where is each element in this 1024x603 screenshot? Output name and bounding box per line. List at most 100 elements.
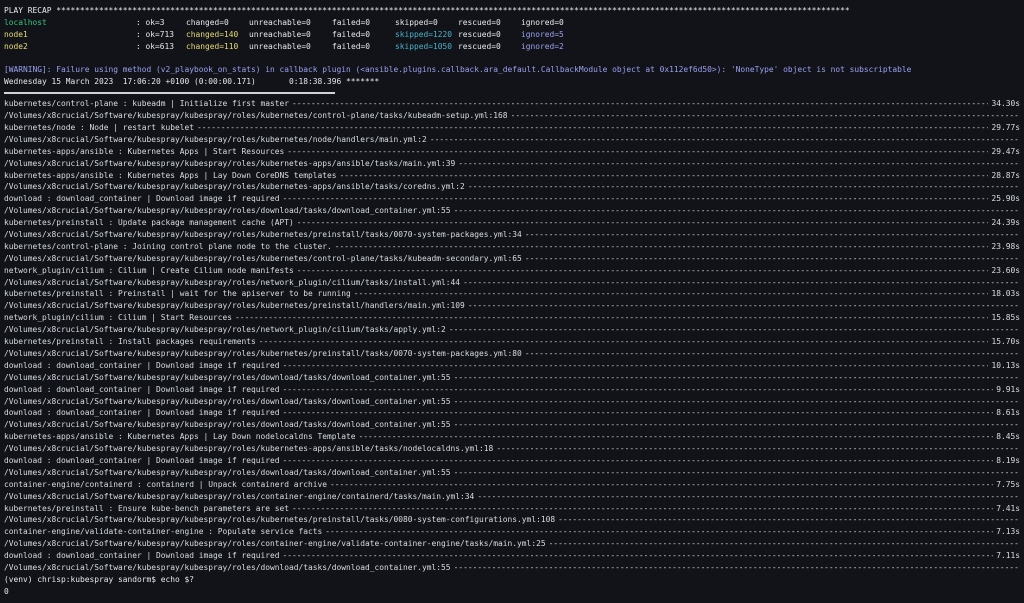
task-row: download : download_container | Download…: [4, 407, 1020, 419]
recap-changed: changed=0: [186, 17, 229, 27]
task-path-dash-leader: ----------------------------------------…: [453, 562, 1020, 572]
task-file-path: /Volumes/x8crucial/Software/kubespray/ku…: [4, 301, 465, 311]
task-file-path: /Volumes/x8crucial/Software/kubespray/ku…: [4, 253, 522, 263]
task-row: kubernetes-apps/ansible : Kubernetes App…: [4, 431, 1020, 443]
task-row: network_plugin/cilium : Cilium | Start R…: [4, 312, 1020, 324]
task-dash-leader: ----------------------------------------…: [235, 313, 988, 323]
task-path-row: /Volumes/x8crucial/Software/kubespray/ku…: [4, 324, 1020, 336]
task-name: kubernetes/node : Node | restart kubelet: [4, 123, 195, 133]
task-row: download : download_container | Download…: [4, 550, 1020, 562]
task-file-path: /Volumes/x8crucial/Software/kubespray/ku…: [4, 277, 461, 287]
separator-rule: [4, 92, 335, 95]
task-file-path: /Volumes/x8crucial/Software/kubespray/ku…: [4, 562, 451, 572]
task-row: kubernetes-apps/ansible : Kubernetes App…: [4, 146, 1020, 158]
task-path-dash-leader: ----------------------------------------…: [496, 444, 1020, 454]
task-file-path: /Volumes/x8crucial/Software/kubespray/ku…: [4, 491, 475, 501]
task-file-path: /Volumes/x8crucial/Software/kubespray/ku…: [4, 372, 451, 382]
recap-host-name: node2: [4, 41, 28, 51]
task-duration: 8.61s: [996, 408, 1020, 418]
task-row: container-engine/containerd : containerd…: [4, 479, 1020, 491]
task-file-path: /Volumes/x8crucial/Software/kubespray/ku…: [4, 206, 451, 216]
task-dash-leader: ----------------------------------------…: [330, 479, 993, 489]
recap-ok: : ok=613: [136, 41, 175, 51]
task-path-row: /Volumes/x8crucial/Software/kubespray/ku…: [4, 158, 1020, 170]
timestamp-line: Wednesday 15 March 2023 17:06:20 +0100 (…: [4, 77, 380, 87]
task-name: network_plugin/cilium : Cilium | Create …: [4, 265, 294, 275]
task-file-path: /Volumes/x8crucial/Software/kubespray/ku…: [4, 158, 456, 168]
task-path-dash-leader: ----------------------------------------…: [524, 253, 1020, 263]
recap-row-localhost: localhost: ok=3 changed=0 unreachable=0 fai…: [4, 17, 1020, 29]
task-file-path: /Volumes/x8crucial/Software/kubespray/ku…: [4, 396, 451, 406]
task-path-dash-leader: ----------------------------------------…: [453, 420, 1020, 430]
task-path-dash-leader: ----------------------------------------…: [429, 134, 1020, 144]
task-path-dash-leader: ----------------------------------------…: [453, 467, 1020, 477]
play-recap-table: localhost: ok=3 changed=0 unreachable=0 fai…: [4, 17, 1020, 53]
task-file-path: /Volumes/x8crucial/Software/kubespray/ku…: [4, 230, 522, 240]
task-file-path: /Volumes/x8crucial/Software/kubespray/ku…: [4, 111, 508, 121]
task-name: download : download_container | Download…: [4, 551, 280, 561]
task-path-dash-leader: ----------------------------------------…: [467, 301, 1020, 311]
recap-rescued: rescued=0: [458, 17, 501, 27]
task-name: network_plugin/cilium : Cilium | Start R…: [4, 313, 233, 323]
task-name: kubernetes/preinstall : Install packages…: [4, 337, 256, 347]
task-duration: 15.70s: [991, 337, 1020, 347]
task-dash-leader: ----------------------------------------…: [334, 241, 989, 251]
task-row: download : download_container | Download…: [4, 455, 1020, 467]
task-row: kubernetes/preinstall : Ensure kube-benc…: [4, 503, 1020, 515]
task-path-dash-leader: ----------------------------------------…: [524, 348, 1020, 358]
task-dash-leader: ----------------------------------------…: [287, 146, 988, 156]
task-name: download : download_container | Download…: [4, 408, 280, 418]
task-path-row: /Volumes/x8crucial/Software/kubespray/ku…: [4, 514, 1020, 526]
task-row: kubernetes-apps/ansible : Kubernetes App…: [4, 170, 1020, 182]
task-path-dash-leader: ----------------------------------------…: [453, 206, 1020, 216]
task-name: kubernetes-apps/ansible : Kubernetes App…: [4, 432, 356, 442]
task-file-path: /Volumes/x8crucial/Software/kubespray/ku…: [4, 134, 427, 144]
recap-changed: changed=110: [186, 41, 239, 51]
task-duration: 15.85s: [991, 313, 1020, 323]
task-path-row: /Volumes/x8crucial/Software/kubespray/ku…: [4, 396, 1020, 408]
task-dash-leader: ----------------------------------------…: [282, 194, 989, 204]
task-dash-leader: ----------------------------------------…: [292, 503, 993, 513]
task-duration: 23.98s: [991, 241, 1020, 251]
task-file-path: /Volumes/x8crucial/Software/kubespray/ku…: [4, 444, 494, 454]
recap-unreachable: unreachable=0: [249, 41, 311, 51]
task-path-row: /Volumes/x8crucial/Software/kubespray/ku…: [4, 538, 1020, 550]
task-dash-leader: ----------------------------------------…: [292, 99, 988, 109]
task-path-dash-leader: ----------------------------------------…: [448, 325, 1020, 335]
task-path-row: /Volumes/x8crucial/Software/kubespray/ku…: [4, 229, 1020, 241]
shell-prompt-line[interactable]: (venv) chrisp:kubespray sandorm$ echo $?: [4, 574, 1020, 586]
task-name: kubernetes/preinstall : Update package m…: [4, 218, 294, 228]
task-name: container-engine/containerd : containerd…: [4, 479, 328, 489]
recap-changed: changed=140: [186, 29, 239, 39]
task-row: network_plugin/cilium : Cilium | Create …: [4, 265, 1020, 277]
task-duration: 9.91s: [996, 384, 1020, 394]
task-path-row: /Volumes/x8crucial/Software/kubespray/ku…: [4, 205, 1020, 217]
task-duration: 7.11s: [996, 551, 1020, 561]
task-name: kubernetes/control-plane : Joining contr…: [4, 241, 332, 251]
task-duration: 8.45s: [996, 432, 1020, 442]
task-duration: 7.13s: [996, 527, 1020, 537]
recap-ok: : ok=713: [136, 29, 175, 39]
task-name: download : download_container | Download…: [4, 384, 280, 394]
task-duration: 10.13s: [991, 360, 1020, 370]
task-path-row: /Volumes/x8crucial/Software/kubespray/ku…: [4, 181, 1020, 193]
task-row: kubernetes/preinstall : Install packages…: [4, 336, 1020, 348]
task-dash-leader: ----------------------------------------…: [296, 265, 989, 275]
task-row: kubernetes/preinstall : Preinstall | wai…: [4, 288, 1020, 300]
recap-host-name: localhost: [4, 17, 47, 27]
recap-row-node1: node1: ok=713 changed=140 unreachable=0 fai…: [4, 29, 1020, 41]
terminal-window[interactable]: PLAY RECAP *****************************…: [4, 5, 1020, 601]
task-path-row: /Volumes/x8crucial/Software/kubespray/ku…: [4, 277, 1020, 289]
task-path-dash-leader: ----------------------------------------…: [558, 515, 1020, 525]
task-path-row: /Volumes/x8crucial/Software/kubespray/ku…: [4, 467, 1020, 479]
task-dash-leader: ----------------------------------------…: [296, 218, 989, 228]
task-name: kubernetes/control-plane : kubeadm | Ini…: [4, 99, 290, 109]
task-path-dash-leader: ----------------------------------------…: [510, 111, 1020, 121]
play-recap-header: PLAY RECAP *****************************…: [4, 6, 850, 15]
task-file-path: /Volumes/x8crucial/Software/kubespray/ku…: [4, 182, 465, 192]
task-path-row: /Volumes/x8crucial/Software/kubespray/ku…: [4, 562, 1020, 574]
task-path-row: /Volumes/x8crucial/Software/kubespray/ku…: [4, 300, 1020, 312]
recap-row-node2: node2: ok=613 changed=110 unreachable=0 fai…: [4, 41, 1020, 53]
recap-ok: : ok=3: [136, 17, 165, 27]
